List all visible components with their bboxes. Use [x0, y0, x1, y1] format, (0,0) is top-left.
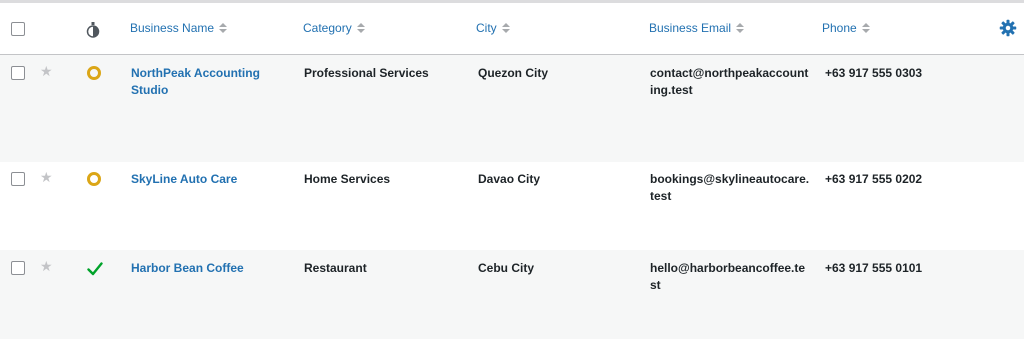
column-label: Business Name — [130, 21, 215, 35]
category-cell: Restaurant — [304, 261, 367, 275]
business-name-link[interactable]: Harbor Bean Coffee — [131, 260, 281, 277]
status-column-icon[interactable] — [86, 22, 100, 38]
sort-icon — [736, 23, 745, 33]
column-label: Category — [303, 21, 352, 35]
phone-cell: +63 917 555 0101 — [825, 261, 923, 275]
row-checkbox[interactable] — [11, 261, 25, 275]
email-cell: contact@northpeakaccounting.test — [650, 66, 809, 97]
sort-icon — [861, 23, 870, 33]
select-all-checkbox[interactable] — [11, 22, 25, 36]
table-row: ★ Harbor Bean Coffee Restaurant Cebu Cit… — [0, 250, 1024, 339]
sort-icon — [356, 23, 365, 33]
star-icon[interactable]: ★ — [40, 64, 53, 78]
email-cell: hello@harborbeancoffee.test — [650, 261, 806, 292]
business-list-table: Business Name Category City Business Ema… — [0, 3, 1024, 339]
city-cell: Cebu City — [478, 261, 535, 275]
category-cell: Professional Services — [304, 66, 429, 80]
sort-icon — [501, 23, 510, 33]
business-name-link[interactable]: NorthPeak Accounting Studio — [131, 65, 281, 99]
table-header: Business Name Category City Business Ema… — [0, 3, 1024, 55]
column-header-category[interactable]: Category — [303, 21, 365, 35]
column-label: Business Email — [649, 21, 732, 35]
pending-ring-icon — [87, 66, 101, 80]
star-icon[interactable]: ★ — [40, 170, 53, 184]
pending-ring-icon — [87, 172, 101, 186]
row-checkbox[interactable] — [11, 172, 25, 186]
sort-icon — [219, 23, 228, 33]
column-label: City — [476, 21, 497, 35]
column-label: Phone — [822, 21, 857, 35]
star-icon[interactable]: ★ — [40, 259, 53, 273]
city-cell: Davao City — [478, 172, 541, 186]
table-row: ★ NorthPeak Accounting Studio Profession… — [0, 55, 1024, 162]
approved-check-icon — [87, 262, 103, 276]
phone-cell: +63 917 555 0202 — [825, 172, 923, 186]
column-header-city[interactable]: City — [476, 21, 510, 35]
column-header-business-email[interactable]: Business Email — [649, 21, 745, 35]
gear-icon[interactable] — [999, 19, 1017, 37]
category-cell: Home Services — [304, 172, 391, 186]
column-header-phone[interactable]: Phone — [822, 21, 870, 35]
column-header-business-name[interactable]: Business Name — [130, 21, 228, 35]
email-cell: bookings@skylineautocare.test — [650, 172, 810, 203]
city-cell: Quezon City — [478, 66, 549, 80]
row-checkbox[interactable] — [11, 66, 25, 80]
table-row: ★ SkyLine Auto Care Home Services Davao … — [0, 162, 1024, 250]
business-name-link[interactable]: SkyLine Auto Care — [131, 171, 281, 188]
phone-cell: +63 917 555 0303 — [825, 66, 923, 80]
